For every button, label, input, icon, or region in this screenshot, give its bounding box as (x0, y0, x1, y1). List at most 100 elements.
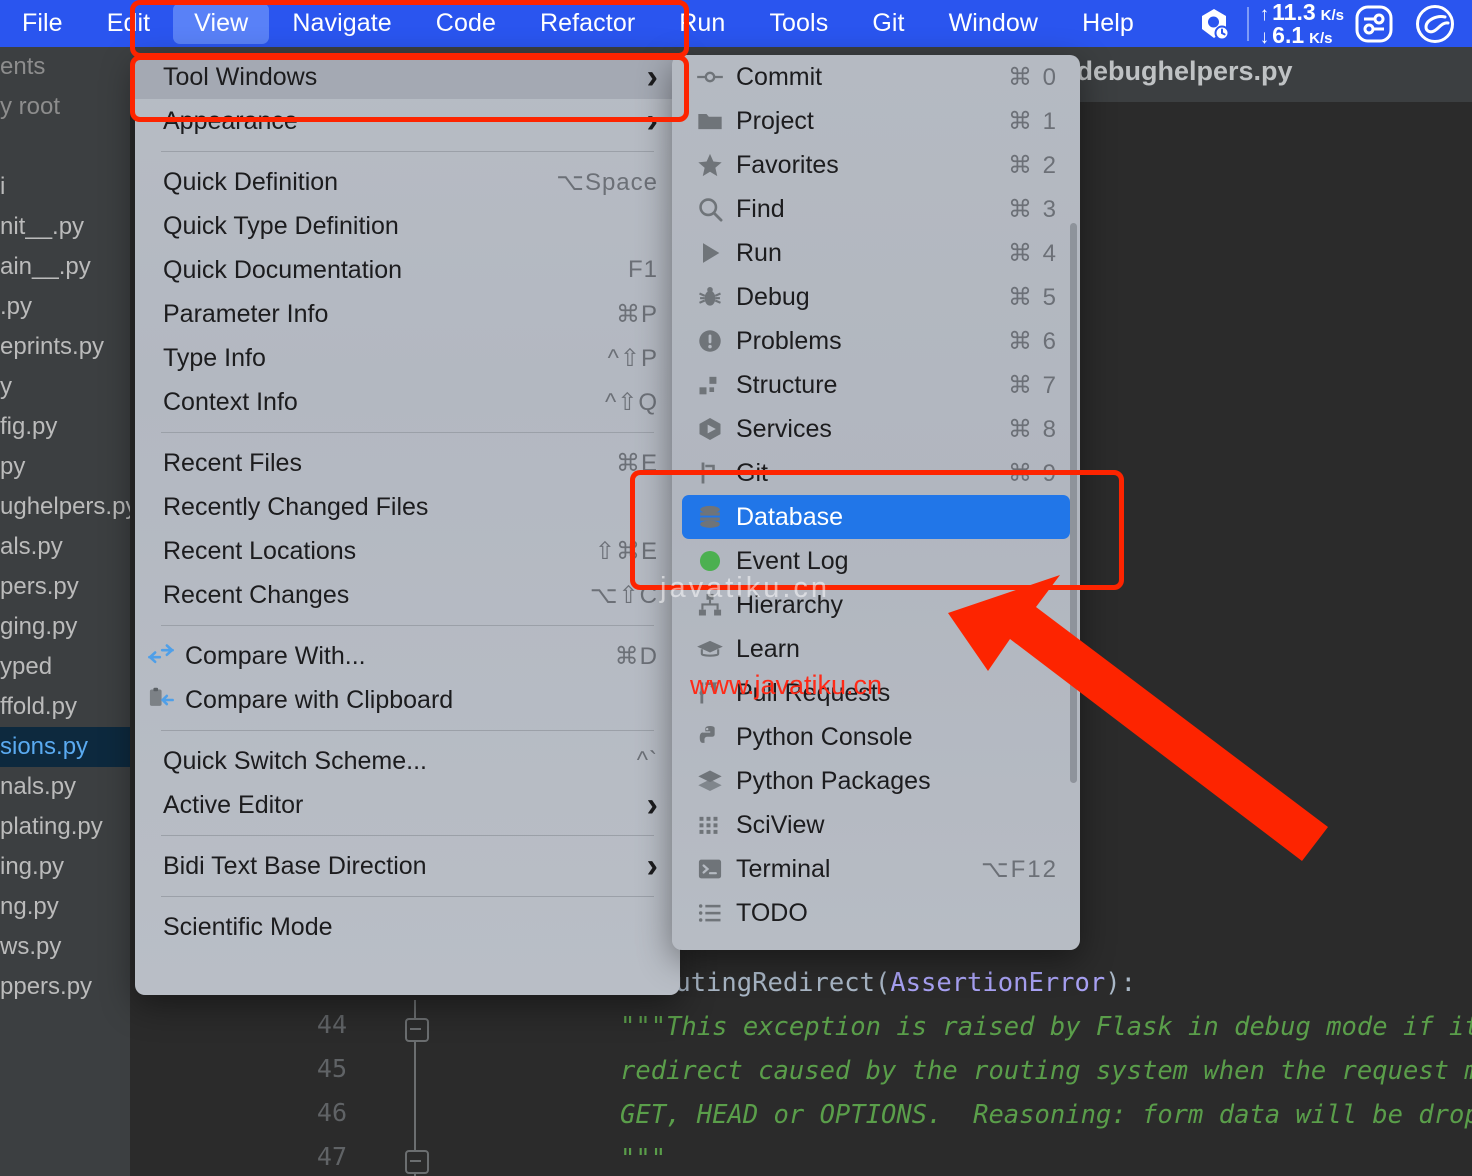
sidebar-file-row[interactable]: ing.py (0, 847, 130, 887)
menu-item-shortcut: ⌘ 4 (1007, 239, 1058, 267)
view-menu-item-compare-with-clipboard[interactable]: Compare with Clipboard (135, 678, 680, 722)
creative-cloud-icon[interactable] (1415, 4, 1455, 44)
menubar-item-tools[interactable]: Tools (748, 3, 849, 44)
tool-window-item-project[interactable]: Project ⌘ 1 (672, 99, 1080, 143)
watermark-white: javatiku.cn (660, 572, 831, 604)
menu-item-shortcut: ⌘ 7 (1007, 371, 1058, 399)
sidebar-file-row[interactable]: ws.py (0, 927, 130, 967)
chevron-right-icon: › (646, 58, 658, 96)
view-menu-item-active-editor[interactable]: Active Editor › (135, 783, 680, 827)
sidebar-file-row[interactable]: nit__.py (0, 207, 130, 247)
sidebar-file-row[interactable]: als.py (0, 527, 130, 567)
sidebar-file-row[interactable]: ffold.py (0, 687, 130, 727)
menubar-item-help[interactable]: Help (1061, 3, 1155, 44)
sidebar-file-row[interactable]: py (0, 447, 130, 487)
sidebar-file-row[interactable]: ng.py (0, 887, 130, 927)
menu-item-label: Quick Documentation (163, 255, 403, 284)
tool-window-item-git[interactable]: Git ⌘ 9 (672, 451, 1080, 495)
menubar-item-edit[interactable]: Edit (86, 3, 171, 44)
sidebar-file-row[interactable]: ging.py (0, 607, 130, 647)
tool-window-item-problems[interactable]: Problems ⌘ 6 (672, 319, 1080, 363)
tool-window-item-debug[interactable]: Debug ⌘ 5 (672, 275, 1080, 319)
sidebar-file-row[interactable]: yped (0, 647, 130, 687)
download-speed-unit: K/s (1309, 29, 1333, 47)
view-menu-item-appearance[interactable]: Appearance › (135, 99, 680, 143)
menubar-item-navigate[interactable]: Navigate (271, 3, 412, 44)
view-menu-dropdown[interactable]: Tool Windows › Appearance › Quick Definition… (135, 55, 680, 995)
view-menu-item-tool-windows[interactable]: Tool Windows › (135, 55, 680, 99)
view-menu-item-quick-definition[interactable]: Quick Definition ⌥Space (135, 160, 680, 204)
editor-tab-title[interactable]: - debughelpers.py (1060, 56, 1293, 87)
app-root: ents y root i nit__.py ain__.py .py eprints.py… (0, 0, 1472, 1176)
menu-item-label: Quick Switch Scheme... (163, 746, 427, 775)
sidebar-file-row[interactable]: ppers.py (0, 967, 130, 1007)
view-menu-item-recent-locations[interactable]: Recent Locations ⇧⌘E (135, 529, 680, 573)
tool-window-item-services[interactable]: Services ⌘ 8 (672, 407, 1080, 451)
sidebar-file-row[interactable]: ain__.py (0, 247, 130, 287)
annotation-arrow-icon (948, 575, 1328, 861)
menubar-item-run[interactable]: Run (658, 3, 746, 44)
chevron-right-icon: › (646, 847, 658, 885)
menu-item-shortcut: ^⇧Q (604, 388, 658, 416)
menubar-item-git[interactable]: Git (851, 3, 925, 44)
tool-window-item-find[interactable]: Find ⌘ 3 (672, 187, 1080, 231)
settings-sliders-icon[interactable] (1355, 5, 1393, 43)
view-menu-item-scientific-mode[interactable]: Scientific Mode (135, 905, 680, 949)
menu-item-label: Type Info (163, 343, 266, 372)
sidebar-file-row[interactable]: y root (0, 87, 130, 127)
sidebar-file-row[interactable]: eprints.py (0, 327, 130, 367)
download-speed-row: ↓ 6.1 K/s (1260, 23, 1344, 47)
tool-window-item-favorites[interactable]: Favorites ⌘ 2 (672, 143, 1080, 187)
sidebar-file-row[interactable]: plating.py (0, 807, 130, 847)
network-speed-indicator: ↑ 11.3 K/s ↓ 6.1 K/s (1260, 0, 1344, 47)
line-number: 45 (316, 1054, 347, 1083)
view-menu-item-parameter-info[interactable]: Parameter Info ⌘P (135, 292, 680, 336)
sidebar-file-row[interactable]: sions.py (0, 727, 130, 767)
view-menu-item-recently-changed-files[interactable]: Recently Changed Files (135, 485, 680, 529)
docstring-line: """This exception is raised by Flask in … (620, 1012, 1472, 1042)
view-menu-item-compare-with[interactable]: Compare With... ⌘D (135, 634, 680, 678)
menubar-item-refactor[interactable]: Refactor (519, 3, 656, 44)
database-icon (696, 503, 736, 531)
sidebar-file-row[interactable]: y (0, 367, 130, 407)
menubar-item-window[interactable]: Window (928, 3, 1060, 44)
sidebar-file-row[interactable]: pers.py (0, 567, 130, 607)
graduation-cap-icon (696, 635, 736, 663)
tool-window-item-run[interactable]: Run ⌘ 4 (672, 231, 1080, 275)
compare-icon (147, 642, 185, 670)
project-tree-sidebar[interactable]: ents y root i nit__.py ain__.py .py eprints.py… (0, 47, 130, 1176)
sidebar-file-row[interactable]: fig.py (0, 407, 130, 447)
fold-minus-icon (410, 1028, 421, 1030)
view-menu-item-recent-files[interactable]: Recent Files ⌘E (135, 441, 680, 485)
menu-item-shortcut: ⇧⌘E (594, 537, 658, 565)
view-menu-item-context-info[interactable]: Context Info ^⇧Q (135, 380, 680, 424)
view-menu-item-type-info[interactable]: Type Info ^⇧P (135, 336, 680, 380)
menu-separator (161, 432, 654, 433)
sidebar-file-row[interactable]: ughelpers.py (0, 487, 130, 527)
docstring-line: GET, HEAD or OPTIONS. Reasoning: form da… (620, 1100, 1472, 1130)
tool-window-item-structure[interactable]: Structure ⌘ 7 (672, 363, 1080, 407)
menu-item-label: Terminal (736, 854, 831, 883)
tool-window-item-commit[interactable]: Commit ⌘ 0 (672, 55, 1080, 99)
sidebar-file-row[interactable]: .py (0, 287, 130, 327)
sidebar-file-row[interactable]: ents (0, 47, 130, 87)
menu-item-label: Problems (736, 326, 842, 355)
code-fold-toggle[interactable] (405, 1150, 429, 1174)
tool-window-item-todo[interactable]: TODO (672, 891, 1080, 935)
sidebar-file-row[interactable]: nals.py (0, 767, 130, 807)
view-menu-item-quick-documentation[interactable]: Quick Documentation F1 (135, 248, 680, 292)
menu-bar[interactable]: File Edit View Navigate Code Refactor Run Tools… (0, 0, 1472, 47)
menubar-item-view[interactable]: View (173, 3, 270, 44)
view-menu-item-quick-type-definition[interactable]: Quick Type Definition (135, 204, 680, 248)
code-fold-toggle[interactable] (405, 1018, 429, 1042)
view-menu-item-recent-changes[interactable]: Recent Changes ⌥⇧C (135, 573, 680, 617)
clock-shield-icon[interactable] (1199, 7, 1229, 41)
menu-item-shortcut: ⌘E (615, 449, 658, 477)
sidebar-file-row[interactable] (0, 127, 130, 167)
menubar-item-code[interactable]: Code (415, 3, 517, 44)
menubar-item-file[interactable]: File (1, 3, 84, 44)
view-menu-item-bidi-text-base-direction[interactable]: Bidi Text Base Direction › (135, 844, 680, 888)
tool-window-item-database[interactable]: Database (682, 495, 1070, 539)
sidebar-file-row[interactable]: i (0, 167, 130, 207)
view-menu-item-quick-switch-scheme[interactable]: Quick Switch Scheme... ^` (135, 739, 680, 783)
